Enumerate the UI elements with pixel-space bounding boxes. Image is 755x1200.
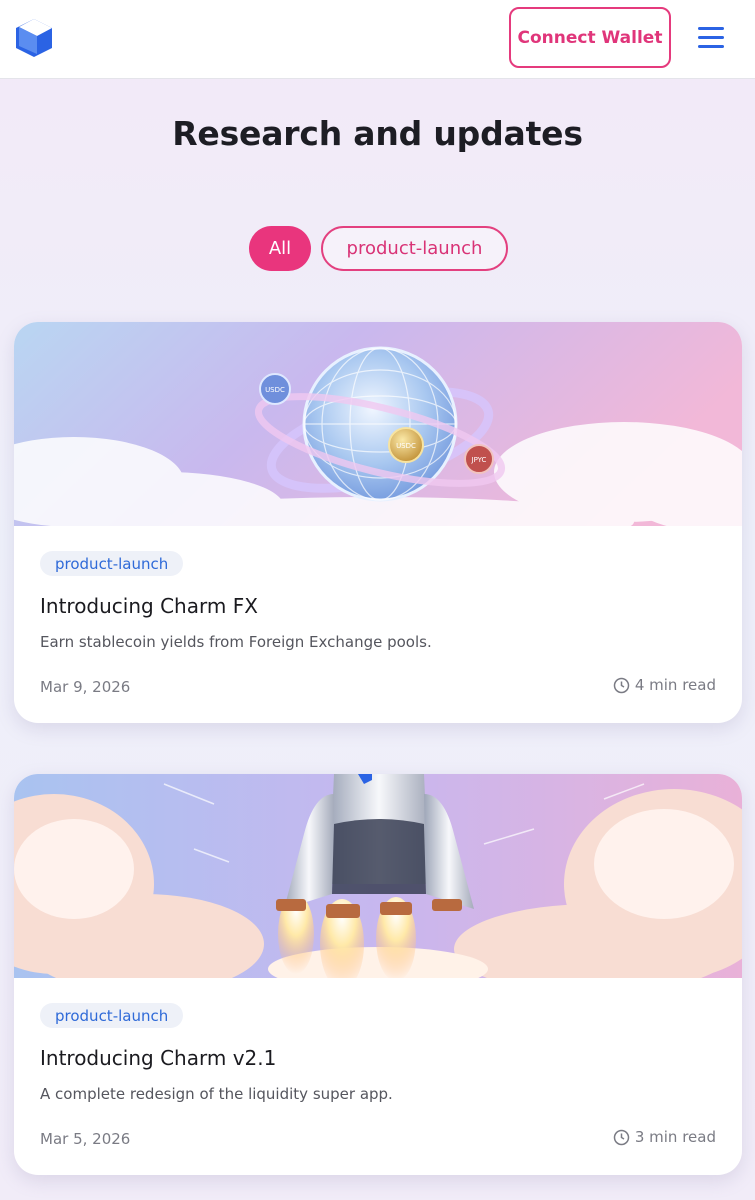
coin-label-usdc: USDC [265, 386, 285, 394]
post-date: Mar 9, 2026 [40, 678, 131, 696]
filter-all-chip[interactable]: All [249, 226, 311, 271]
post-tag[interactable]: product-launch [40, 551, 184, 576]
read-time-label: 4 min read [634, 676, 716, 694]
post-card[interactable]: product-launch Introducing Charm v2.1 A … [14, 774, 742, 1175]
post-card[interactable]: USDC USDC JPYC product-launch Introducin… [14, 322, 742, 723]
top-header: Connect Wallet [0, 0, 755, 79]
post-title[interactable]: Introducing Charm v2.1 [40, 1046, 276, 1070]
coin-label-usdc: USDC [396, 442, 416, 450]
hamburger-menu-icon[interactable] [695, 24, 727, 50]
cube-logo-icon[interactable] [13, 17, 55, 59]
post-read-time: 4 min read [613, 676, 716, 694]
post-description: A complete redesign of the liquidity sup… [40, 1085, 393, 1103]
post-description: Earn stablecoin yields from Foreign Exch… [40, 633, 432, 651]
rocket-launch-illustration [14, 774, 742, 978]
post-tag[interactable]: product-launch [40, 1003, 184, 1028]
connect-wallet-button[interactable]: Connect Wallet [509, 7, 671, 68]
clock-icon [613, 1129, 630, 1145]
post-read-time: 3 min read [613, 1128, 716, 1146]
clock-icon [613, 677, 630, 693]
post-date: Mar 5, 2026 [40, 1130, 131, 1148]
globe-coins-illustration: USDC USDC JPYC [14, 322, 742, 526]
filter-product-launch-chip[interactable]: product-launch [321, 226, 508, 271]
read-time-label: 3 min read [634, 1128, 716, 1146]
page-title: Research and updates [172, 114, 583, 153]
post-title[interactable]: Introducing Charm FX [40, 594, 258, 618]
coin-label-jpyc: JPYC [471, 456, 487, 464]
